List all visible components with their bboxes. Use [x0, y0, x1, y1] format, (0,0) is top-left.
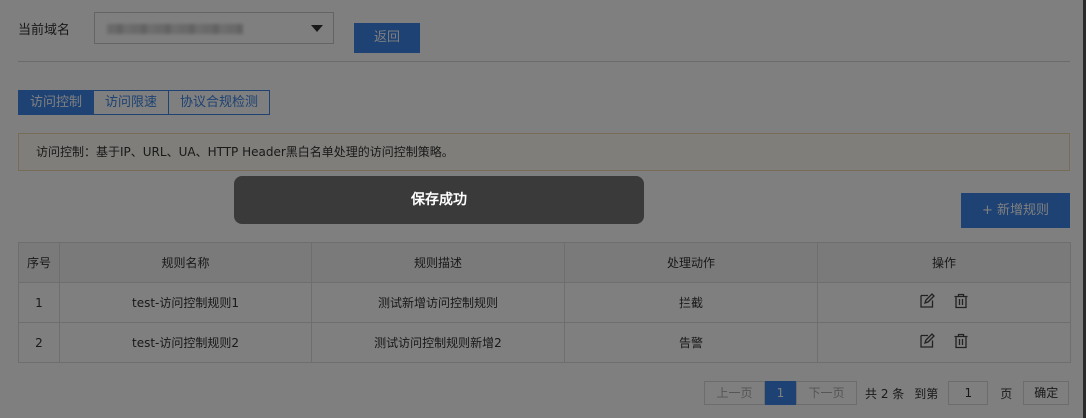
page: 当前域名 返回 访问控制 访问限速 协议合规检测 访问控制：基于IP、URL、U… — [0, 0, 1086, 418]
success-toast: 保存成功 — [234, 176, 644, 224]
